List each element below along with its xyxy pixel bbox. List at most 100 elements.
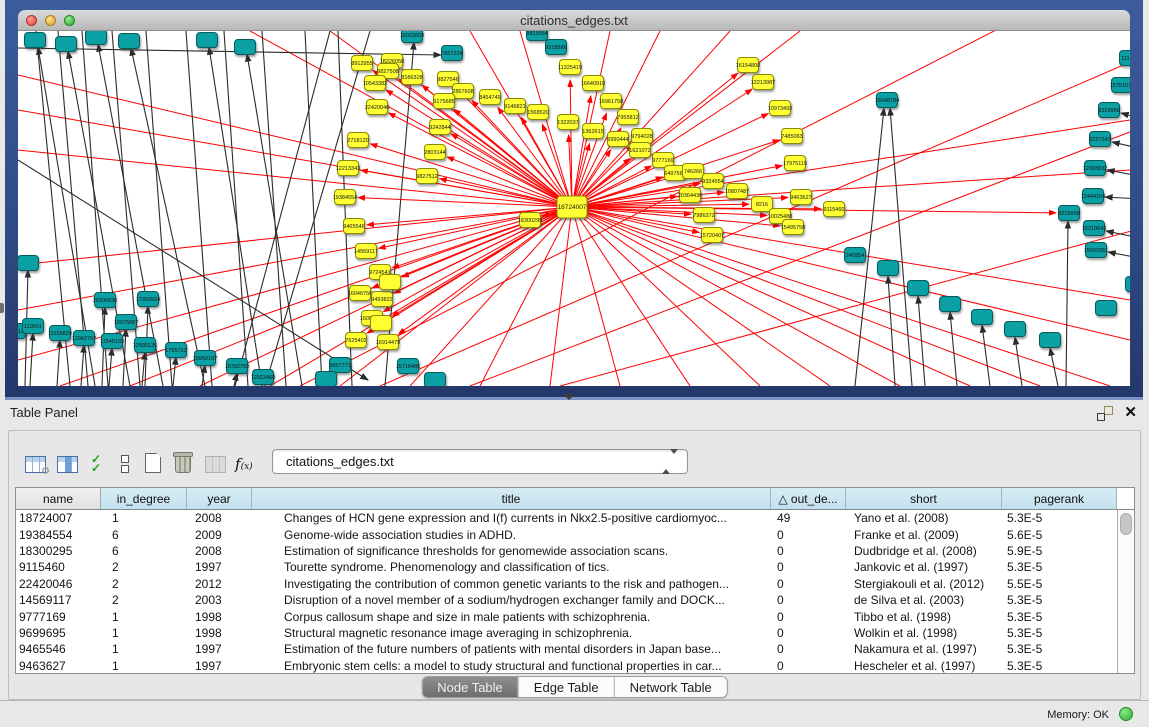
cell[interactable]: Wolkin et al. (1998) bbox=[846, 626, 1002, 640]
cell[interactable]: 0 bbox=[771, 560, 846, 574]
cell[interactable]: 2008 bbox=[187, 544, 252, 558]
table-row[interactable]: 946362711997Embryonic stem cells: a mode… bbox=[16, 658, 1117, 673]
network-view-canvas[interactable]: 1872400718300295891295518226058982750810… bbox=[18, 31, 1130, 386]
row-height-icon[interactable] bbox=[121, 447, 129, 473]
close-panel-icon[interactable]: ✕ bbox=[1124, 403, 1137, 421]
cell[interactable]: Genome-wide association studies in ADHD. bbox=[252, 528, 771, 542]
graph-node[interactable] bbox=[371, 316, 392, 331]
cell[interactable]: 0 bbox=[771, 577, 846, 591]
cell[interactable]: 1 bbox=[101, 659, 187, 673]
new-document-icon[interactable] bbox=[145, 447, 161, 473]
select-rows-icon[interactable]: ✓✓ bbox=[91, 447, 101, 473]
cell[interactable]: 5.5E-5 bbox=[1002, 577, 1117, 591]
cell[interactable]: Nakamura et al. (1997) bbox=[846, 642, 1002, 656]
cell[interactable]: Investigating the contribution of common… bbox=[252, 577, 771, 591]
cell[interactable]: 19384554 bbox=[16, 528, 101, 542]
cell[interactable]: 5.3E-5 bbox=[1002, 593, 1117, 607]
cell[interactable]: 22420046 bbox=[16, 577, 101, 591]
cell[interactable]: Yano et al. (2008) bbox=[846, 511, 1002, 525]
graph-node[interactable] bbox=[878, 261, 899, 276]
graph-node[interactable] bbox=[119, 34, 140, 49]
column-header-title[interactable]: title bbox=[252, 488, 771, 509]
graph-node[interactable] bbox=[1005, 322, 1026, 337]
cell[interactable]: 0 bbox=[771, 593, 846, 607]
cell[interactable]: 5.3E-5 bbox=[1002, 626, 1117, 640]
table-row[interactable]: 969969511998Structural magnetic resonanc… bbox=[16, 625, 1117, 641]
cell[interactable]: 0 bbox=[771, 626, 846, 640]
cell[interactable]: Estimation of the future numbers of pati… bbox=[252, 642, 771, 656]
column-header-short[interactable]: short bbox=[846, 488, 1002, 509]
cell[interactable]: 0 bbox=[771, 659, 846, 673]
cell[interactable]: 1 bbox=[101, 610, 187, 624]
cell[interactable]: 5.3E-5 bbox=[1002, 610, 1117, 624]
graph-node[interactable] bbox=[1126, 277, 1131, 292]
cell[interactable]: Embryonic stem cells: a model to study s… bbox=[252, 659, 771, 673]
tab-edge-table[interactable]: Edge Table bbox=[518, 677, 614, 697]
cell[interactable]: 18724007 bbox=[16, 511, 101, 525]
graph-node[interactable] bbox=[380, 275, 401, 290]
cell[interactable]: 9465546 bbox=[16, 642, 101, 656]
cell[interactable]: 0 bbox=[771, 528, 846, 542]
cell[interactable]: 9115460 bbox=[16, 560, 101, 574]
cell[interactable]: 5.6E-5 bbox=[1002, 528, 1117, 542]
cell[interactable]: 5.3E-5 bbox=[1002, 560, 1117, 574]
cell[interactable]: 9699695 bbox=[16, 626, 101, 640]
cell[interactable]: 5.3E-5 bbox=[1002, 642, 1117, 656]
table-row[interactable]: 2242004622012Investigating the contribut… bbox=[16, 576, 1117, 592]
cell[interactable]: 2009 bbox=[187, 528, 252, 542]
cell[interactable]: Franke et al. (2009) bbox=[846, 528, 1002, 542]
cell[interactable]: 2008 bbox=[187, 511, 252, 525]
cell[interactable]: 18300295 bbox=[16, 544, 101, 558]
graph-node[interactable] bbox=[316, 372, 337, 387]
cell[interactable]: 0 bbox=[771, 642, 846, 656]
cell[interactable]: 2012 bbox=[187, 577, 252, 591]
cell[interactable]: 1997 bbox=[187, 659, 252, 673]
cell[interactable]: 1998 bbox=[187, 610, 252, 624]
graph-node[interactable] bbox=[940, 297, 961, 312]
cell[interactable]: 6 bbox=[101, 528, 187, 542]
cell[interactable]: 14569117 bbox=[16, 593, 101, 607]
function-builder-icon[interactable]: f(x) bbox=[235, 447, 253, 473]
column-header-name[interactable]: name bbox=[16, 488, 101, 509]
graph-node[interactable] bbox=[425, 373, 446, 387]
cell[interactable]: 1 bbox=[101, 642, 187, 656]
cell[interactable]: 1997 bbox=[187, 642, 252, 656]
cell[interactable]: Disruption of a novel member of a sodium… bbox=[252, 593, 771, 607]
trash-icon[interactable] bbox=[175, 447, 191, 473]
memory-ok-icon[interactable] bbox=[1119, 707, 1133, 721]
cell[interactable]: 5.3E-5 bbox=[1002, 659, 1117, 673]
cell[interactable]: Structural magnetic resonance image aver… bbox=[252, 626, 771, 640]
cell[interactable]: Stergiakouli et al. (2012) bbox=[846, 577, 1002, 591]
graph-node[interactable] bbox=[18, 256, 39, 271]
table-mode-icon[interactable]: ⚙ bbox=[25, 447, 46, 473]
network-table-selector[interactable]: citations_edges.txt bbox=[272, 449, 688, 474]
cell[interactable]: Jankovic et al. (1997) bbox=[846, 560, 1002, 574]
vertical-scrollbar[interactable] bbox=[1117, 510, 1134, 673]
column-header-out_de[interactable]: △ out_de... bbox=[771, 488, 846, 509]
graph-node[interactable] bbox=[86, 31, 107, 45]
collapsed-panel-handle[interactable] bbox=[0, 303, 4, 313]
tab-node-table[interactable]: Node Table bbox=[422, 677, 518, 697]
cell[interactable]: Tibbo et al. (1998) bbox=[846, 610, 1002, 624]
cell[interactable]: Corpus callosum shape and size in male p… bbox=[252, 610, 771, 624]
cell[interactable]: Dudbridge et al. (2008) bbox=[846, 544, 1002, 558]
column-header-in_degree[interactable]: in_degree bbox=[101, 488, 187, 509]
graph-node[interactable] bbox=[972, 310, 993, 325]
graph-node[interactable] bbox=[235, 40, 256, 55]
cell[interactable]: 2 bbox=[101, 593, 187, 607]
cell[interactable]: de Silva et al. (2003) bbox=[846, 593, 1002, 607]
column-header-year[interactable]: year bbox=[187, 488, 252, 509]
table-row[interactable]: 946554611997Estimation of the future num… bbox=[16, 641, 1117, 657]
table-row[interactable]: 977716911998Corpus callosum shape and si… bbox=[16, 608, 1117, 624]
cell[interactable]: Tourette syndrome. Phenomenology and cla… bbox=[252, 560, 771, 574]
cell[interactable]: 0 bbox=[771, 610, 846, 624]
citation-network-graph[interactable]: 1872400718300295891295518226058982750810… bbox=[18, 31, 1130, 386]
graph-node[interactable] bbox=[908, 281, 929, 296]
cell[interactable]: 9777169 bbox=[16, 610, 101, 624]
cell[interactable]: 5.3E-5 bbox=[1002, 511, 1117, 525]
cell[interactable]: 1997 bbox=[187, 560, 252, 574]
table-row[interactable]: 1872400712008Changes of HCN gene express… bbox=[16, 510, 1117, 526]
graph-node[interactable] bbox=[56, 37, 77, 52]
cell[interactable]: 1 bbox=[101, 511, 187, 525]
table-row[interactable]: 1938455462009Genome-wide association stu… bbox=[16, 526, 1117, 542]
